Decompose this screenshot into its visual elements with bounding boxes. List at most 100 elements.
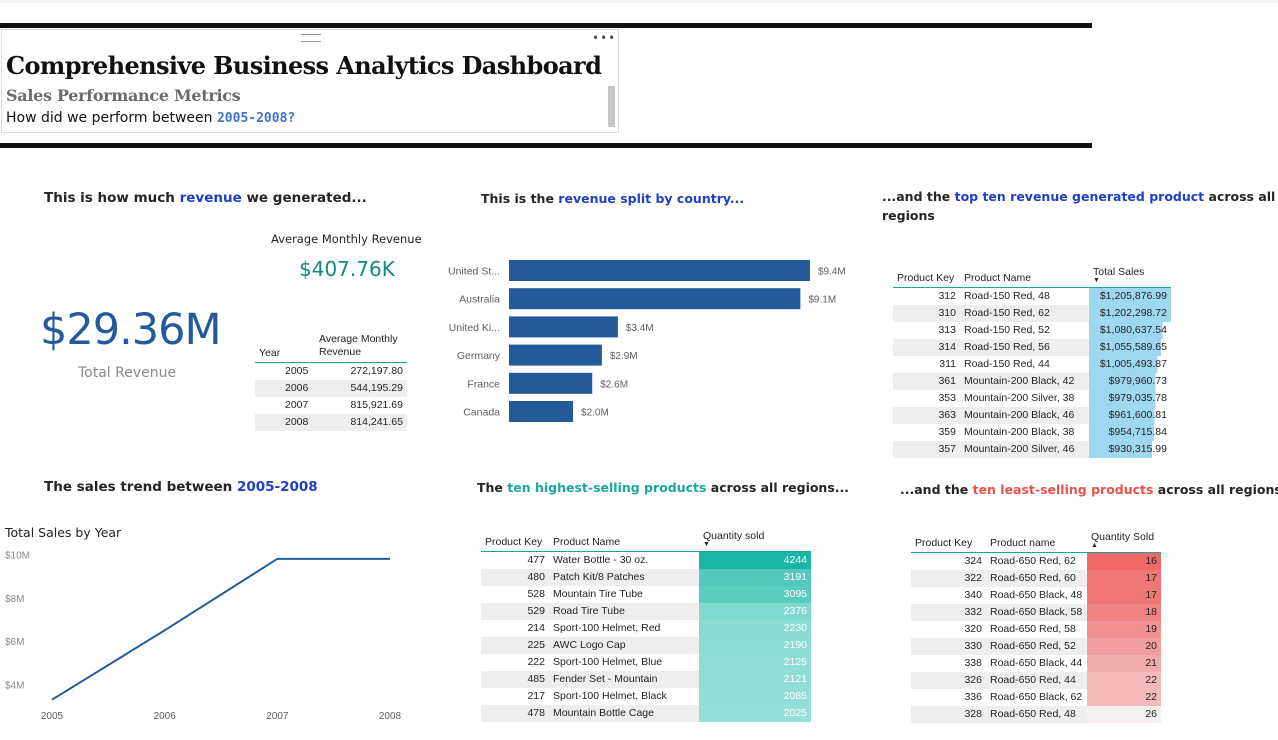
country-bar[interactable]	[509, 401, 574, 422]
product-key-cell: 313	[938, 324, 956, 336]
col-header-label: Total Sales	[1093, 266, 1145, 278]
highest-selling-products-table[interactable]: Product Key Product Name Quantity sold ▼ …	[481, 530, 811, 722]
quantity-sold-cell: 22	[1087, 688, 1161, 706]
country-section-heading: This is the revenue split by country...	[481, 191, 744, 206]
col-header-product-name[interactable]: Product Name	[549, 530, 699, 552]
heading-text: This is how much	[44, 190, 180, 206]
heading-text: The sales trend between	[44, 479, 237, 495]
table-row[interactable]: 477 Water Bottle - 30 oz. 4244	[481, 551, 811, 569]
revenue-by-country-chart[interactable]: United St... $9.4M Australia $9.1M United Ki…	[440, 252, 860, 432]
col-header-year[interactable]: Year	[255, 333, 315, 363]
title-textbox[interactable]: ••• Comprehensive Business Analytics Das…	[1, 29, 619, 133]
table-row[interactable]: 222 Sport-100 Helmet, Blue 2125	[481, 653, 811, 671]
table-row[interactable]: 324 Road-650 Red, 62 16	[911, 552, 1161, 570]
table-row[interactable]: 357 Mountain-200 Silver, 46 $930,315.99	[893, 440, 1171, 458]
product-key-cell: 359	[938, 426, 956, 438]
table-row[interactable]: 332 Road-650 Black, 58 18	[911, 603, 1161, 621]
col-header-quantity-sold[interactable]: Quantity sold ▼	[699, 530, 811, 552]
table-row[interactable]: 322 Road-650 Red, 60 17	[911, 569, 1161, 587]
country-bar[interactable]	[509, 344, 602, 366]
table-row[interactable]: 311 Road-150 Red, 44 $1,005,493.87	[893, 355, 1171, 373]
product-name-cell: Road-650 Black, 48	[990, 589, 1083, 601]
total-sales-cell: $930,315.99	[1089, 440, 1171, 458]
textbox-scrollbar[interactable]	[608, 86, 615, 127]
quantity-sold-cell: 2230	[699, 619, 811, 637]
more-options-icon[interactable]: •••	[592, 31, 616, 45]
avg-monthly-revenue-value[interactable]: $407.76K	[299, 257, 395, 281]
table-row[interactable]: 225 AWC Logo Cap 2190	[481, 636, 811, 654]
category-label: United Ki...	[449, 322, 500, 334]
table-row[interactable]: 363 Mountain-200 Black, 46 $961,600.81	[893, 406, 1171, 424]
table-row[interactable]: 359 Mountain-200 Black, 38 $954,715.84	[893, 423, 1171, 441]
quantity-sold-cell: 22	[1087, 671, 1161, 689]
table-row[interactable]: 217 Sport-100 Helmet, Black 2085	[481, 687, 811, 705]
product-name-cell: Road-650 Red, 44	[986, 671, 1087, 689]
category-label: Canada	[463, 407, 500, 419]
category-label: Australia	[459, 294, 500, 306]
table-row[interactable]: 478 Mountain Bottle Cage 2025	[481, 704, 811, 722]
col-header-product-name[interactable]: Product name	[986, 531, 1087, 553]
table-row[interactable]: 326 Road-650 Red, 44 22	[911, 671, 1161, 689]
revenue-section-heading: This is how much revenue we generated...	[44, 190, 367, 206]
table-row[interactable]: 336 Road-650 Black, 62 22	[911, 688, 1161, 706]
question-text: How did we perform between	[6, 110, 217, 126]
col-header-product-key[interactable]: Product Key	[893, 266, 960, 288]
col-header-product-name[interactable]: Product Name	[960, 266, 1089, 288]
table-row[interactable]: 2005 272,197.80	[255, 363, 407, 380]
table-row[interactable]: 320 Road-650 Red, 58 19	[911, 620, 1161, 638]
total-revenue-value[interactable]: $29.36M	[40, 305, 222, 355]
table-row[interactable]: 310 Road-150 Red, 62 $1,202,298.72	[893, 304, 1171, 322]
table-row[interactable]: 314 Road-150 Red, 56 $1,055,589.65	[893, 338, 1171, 356]
yearly-revenue-table[interactable]: Year Average Monthly Revenue 2005 272,197…	[255, 333, 407, 431]
top-revenue-products-table[interactable]: Product Key Product Name Total Sales ▼ 31…	[893, 266, 1171, 458]
country-bar[interactable]	[509, 316, 618, 338]
product-key-cell: 361	[893, 372, 960, 390]
dashboard-subtitle: Sales Performance Metrics	[6, 86, 241, 105]
product-name-cell: Road-650 Red, 62	[990, 555, 1076, 568]
country-bar[interactable]	[509, 372, 593, 394]
col-header-product-key[interactable]: Product Key	[481, 530, 549, 552]
col-header-quantity-sold[interactable]: Quantity Sold ▲	[1087, 531, 1161, 553]
country-bar[interactable]	[509, 288, 801, 310]
highest-section-heading: The ten highest-selling products across …	[477, 480, 849, 495]
quantity-sold-cell: 16	[1087, 552, 1161, 570]
table-row[interactable]: 330 Road-650 Red, 52 20	[911, 637, 1161, 655]
top-revenue-section-heading: ...and the top ten revenue generated pro…	[882, 187, 1275, 225]
product-name-cell: Road-150 Red, 56	[960, 338, 1089, 356]
table-row[interactable]: 340 Road-650 Black, 48 17	[911, 586, 1161, 604]
table-row[interactable]: 312 Road-150 Red, 48 $1,205,876.99	[893, 287, 1171, 305]
table-row[interactable]: 2006 544,195.29	[255, 379, 407, 397]
quantity-sold-cell: 3095	[699, 585, 811, 603]
table-row[interactable]: 328 Road-650 Red, 48 26	[911, 705, 1161, 723]
table-row[interactable]: 2008 814,241.65	[255, 413, 407, 431]
table-row[interactable]: 485 Fender Set - Mountain 2121	[481, 670, 811, 688]
product-key-cell: 336	[964, 691, 982, 703]
table-row[interactable]: 214 Sport-100 Helmet, Red 2230	[481, 619, 811, 637]
country-bar[interactable]	[509, 260, 810, 281]
drag-handle-icon[interactable]	[301, 34, 321, 42]
table-row[interactable]: 313 Road-150 Red, 52 $1,080,637.54	[893, 321, 1171, 339]
header-top-rule	[0, 23, 1092, 28]
table-row[interactable]: 2007 815,921.69	[255, 397, 407, 414]
product-key-cell: 326	[911, 671, 986, 689]
col-header-avg-monthly-revenue[interactable]: Average Monthly Revenue	[315, 333, 407, 363]
table-row[interactable]: 353 Mountain-200 Silver, 38 $979,035.78	[893, 389, 1171, 407]
col-header-total-sales[interactable]: Total Sales ▼	[1089, 266, 1171, 288]
table-row[interactable]: 361 Mountain-200 Black, 42 $979,960.73	[893, 372, 1171, 390]
product-key-cell: 314	[893, 338, 960, 356]
table-row[interactable]: 338 Road-650 Black, 44 21	[911, 654, 1161, 672]
avg-revenue-cell: 815,921.69	[350, 399, 403, 411]
heading-highlight: revenue	[179, 190, 242, 206]
sales-trend-line[interactable]	[51, 557, 390, 701]
total-sales-by-year-chart[interactable]: $10M $8M $6M $4M 2005 2006 2007 2008	[0, 545, 420, 730]
table-row[interactable]: 480 Patch Kit/8 Patches 3191	[481, 568, 811, 586]
bar-data-label: $3.4M	[626, 323, 654, 334]
table-row[interactable]: 529 Road Tire Tube 2376	[481, 602, 811, 620]
least-selling-products-table[interactable]: Product Key Product name Quantity Sold ▲ …	[911, 531, 1161, 723]
col-header-product-key[interactable]: Product Key	[911, 531, 986, 553]
table-row[interactable]: 528 Mountain Tire Tube 3095	[481, 585, 811, 603]
product-name-cell: Fender Set - Mountain	[549, 670, 699, 688]
product-name-cell: Road-650 Black, 58	[986, 603, 1087, 621]
total-sales-cell: $1,205,876.99	[1089, 287, 1171, 305]
product-key-cell: 353	[938, 392, 956, 404]
